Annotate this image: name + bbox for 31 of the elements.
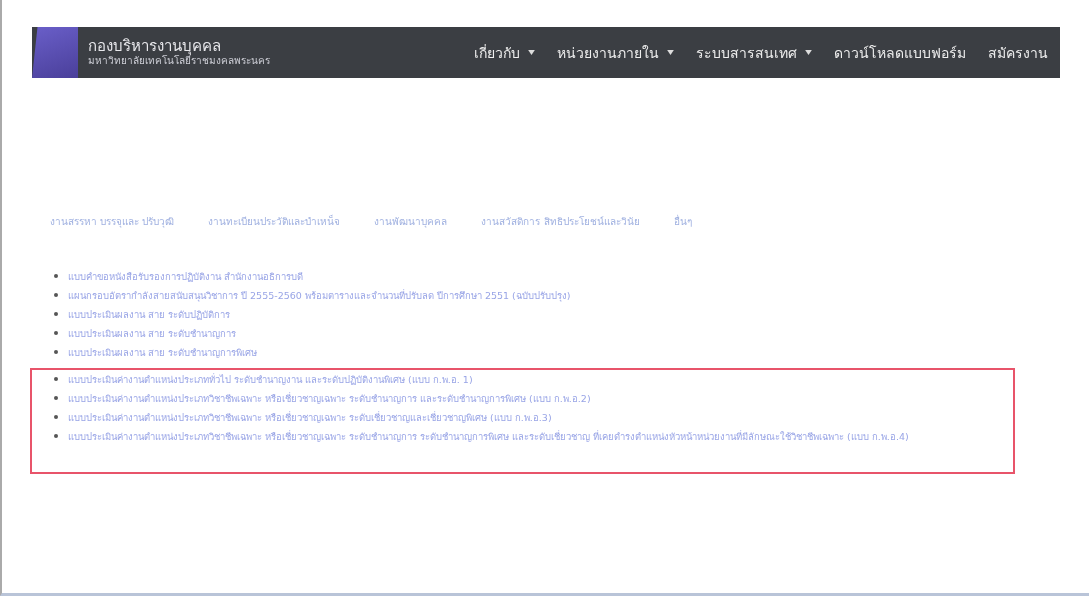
nav-link[interactable]: หน่วยงานภายใน: [557, 41, 674, 64]
tab-link[interactable]: งานสวัสดิการ สิทธิประโยชน์และวินัย: [481, 214, 640, 229]
tab-link[interactable]: อื่นๆ: [673, 214, 692, 229]
document-link[interactable]: แบบคำขอหนังสือรับรองการปฏิบัติงาน สำนักงานอธิการบดี: [68, 267, 304, 286]
tab-link[interactable]: งานสรรหา บรรจุและ ปรับวุฒิ: [50, 214, 175, 229]
document-link[interactable]: แผนกรอบอัตรากำลังสายสนับสนุนวิชาการ ปี 2555-2560 พร้อมตารางและจำนวนที่ปรับลด ปีการศึกษา 2551 (ฉบับปรับปรุง): [68, 286, 571, 305]
document-link[interactable]: แบบประเมินผลงาน สาย ระดับปฏิบัติการ: [68, 305, 231, 324]
site-subtitle: มหาวิทยาลัยเทคโนโลยีราชมงคลพระนคร: [88, 55, 270, 67]
bullet-icon: [54, 395, 58, 400]
document-link[interactable]: แบบประเมินผลงาน สาย ระดับชำนาญการพิเศษ: [68, 343, 258, 362]
nav-link[interactable]: สมัครงาน: [988, 41, 1048, 64]
nav-link[interactable]: ดาวน์โหลดแบบฟอร์ม: [834, 41, 966, 64]
document-link[interactable]: แบบประเมินผลงาน สาย ระดับชำนาญการ: [68, 324, 237, 343]
logo-icon: [32, 27, 78, 78]
site-title[interactable]: กองบริหารงานบุคคล: [88, 38, 270, 55]
bullet-icon: [54, 330, 58, 335]
bullet-icon: [54, 292, 58, 297]
bullet-icon: [54, 414, 58, 419]
bullet-icon: [54, 311, 58, 316]
nav-link[interactable]: ระบบสารสนเทศ: [696, 41, 812, 64]
document-link[interactable]: แบบประเมินค่างานตำแหน่งประเภทวิชาชีพเฉพาะ หรือเชี่ยวชาญเฉพาะ ระดับเชี่ยวชาญและเชี่ยวชาญพิเศษ (แบบ ก.พ.อ.3): [68, 408, 552, 427]
bullet-icon: [54, 433, 58, 438]
tab-link[interactable]: งานพัฒนาบุคคล: [374, 214, 448, 229]
nav-link[interactable]: เกี่ยวกับ: [474, 41, 535, 64]
bullet-icon: [54, 273, 58, 278]
document-link[interactable]: แบบประเมินค่างานตำแหน่งประเภททั่วไป ระดับชำนาญงาน และระดับปฏิบัติงานพิเศษ (แบบ ก.พ.อ. 1): [68, 370, 473, 389]
bullet-icon: [54, 376, 58, 381]
document-link[interactable]: แบบประเมินค่างานตำแหน่งประเภทวิชาชีพเฉพาะ หรือเชี่ยวชาญเฉพาะ ระดับชำนาญการ และระดับชำนาญการพิเศษ (แบบ ก.พ.อ.2): [68, 389, 591, 408]
tab-link[interactable]: งานทะเบียนประวัติและบำเหน็จ: [208, 214, 341, 229]
bullet-icon: [54, 349, 58, 354]
document-link[interactable]: แบบประเมินค่างานตำแหน่งประเภทวิชาชีพเฉพาะ หรือเชี่ยวชาญเฉพาะ ระดับชำนาญการ ระดับชำนาญการพิเศษ และระดับเชี่ยวชาญ ที่เคยดำรงตำแหน่งหัวหน้าหน่วยงานที่มีลักษณะใช้วิชาชีพเฉพาะ (แบบ ก.พ.อ.4): [68, 427, 909, 446]
